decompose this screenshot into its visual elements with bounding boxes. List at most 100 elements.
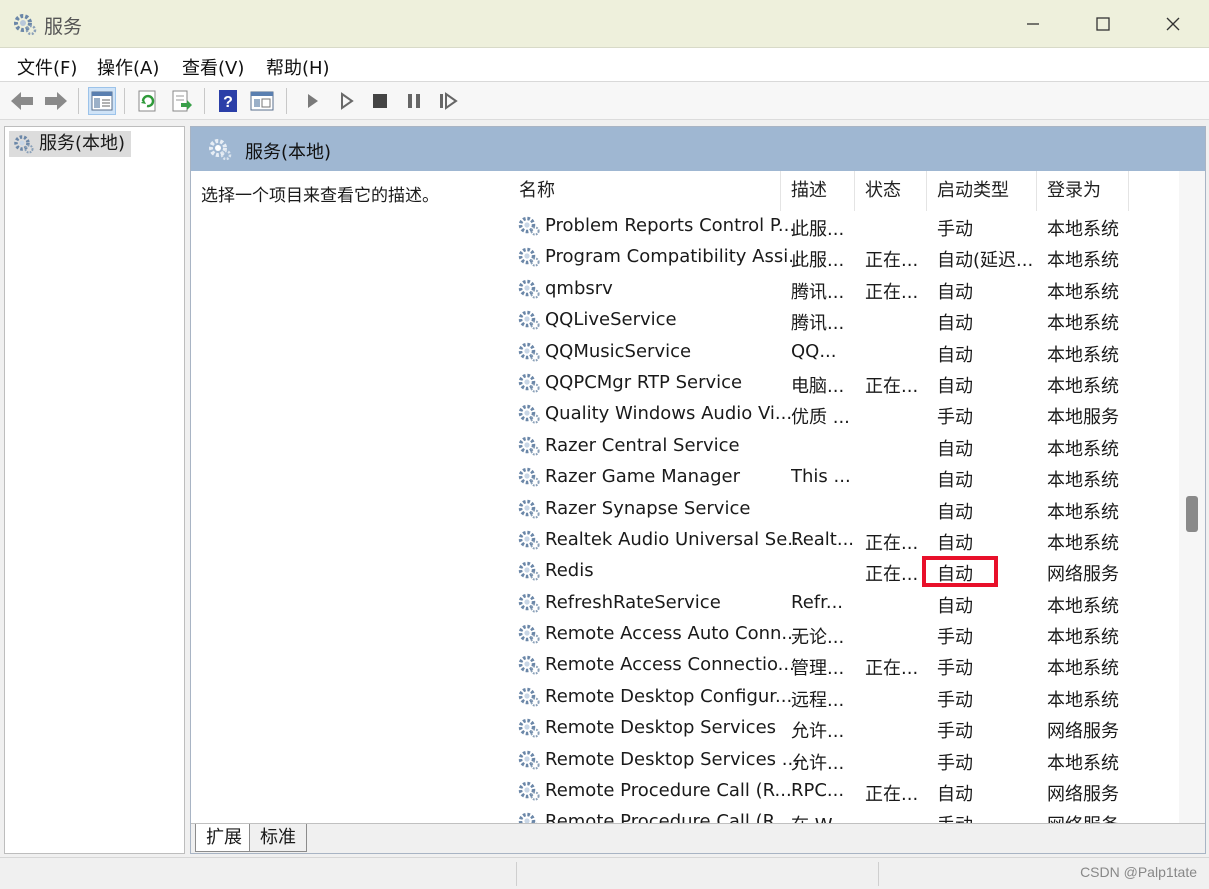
service-name: Quality Windows Audio Vi... — [518, 403, 792, 424]
service-gear-icon — [517, 246, 541, 273]
service-startup-type: 手动 — [937, 752, 973, 774]
service-startup-type: 手动 — [937, 658, 973, 680]
tree-node-label: 服务(本地) — [39, 133, 126, 154]
column-header-logon-as[interactable]: 登录为 — [1037, 171, 1129, 211]
export-icon[interactable] — [168, 87, 196, 115]
column-header-startup-type[interactable]: 启动类型 — [927, 171, 1037, 211]
service-gear-icon — [517, 372, 541, 399]
service-logon-as: 网络服务 — [1047, 811, 1137, 823]
service-row[interactable]: Remote Access Auto Conn... 无论... 手动 本地系统 — [497, 619, 1187, 650]
service-status: 正在... — [865, 281, 919, 303]
column-header-name[interactable]: ⌃ 名称 — [497, 171, 781, 211]
service-description: QQ... — [791, 340, 837, 362]
service-description: 电脑... — [791, 375, 845, 397]
service-description: Refr... — [791, 591, 844, 613]
service-row[interactable]: Razer Central Service 自动 本地系统 — [497, 431, 1187, 462]
service-logon-as: 本地系统 — [1047, 627, 1119, 649]
service-status: 正在... — [865, 250, 919, 272]
status-separator — [516, 862, 517, 886]
maximize-button[interactable] — [1068, 0, 1138, 48]
tab-standard[interactable]: 标准 — [249, 824, 307, 852]
service-row[interactable]: Remote Procedure Call (R... RPC... 正在... 自动… — [497, 776, 1187, 807]
service-row[interactable]: qmbsrv 腾讯... 正在... 自动 本地系统 — [497, 274, 1187, 305]
service-description: RPC... — [791, 780, 845, 802]
tree-node-services-local[interactable]: 服务(本地) — [9, 131, 132, 157]
service-startup-type: 自动 — [937, 375, 973, 397]
service-name: Razer Central Service — [518, 435, 781, 456]
service-row[interactable]: QQLiveService 腾讯... 自动 本地系统 — [497, 305, 1187, 336]
resume-icon[interactable] — [434, 87, 462, 115]
service-gear-icon — [517, 278, 541, 305]
service-logon-as: 本地系统 — [1047, 438, 1119, 460]
close-button[interactable] — [1138, 0, 1208, 48]
service-startup-type: 手动 — [937, 627, 973, 649]
service-row[interactable]: Remote Desktop Services 允许... 手动 网络服务 — [497, 713, 1187, 744]
service-startup-type: 自动 — [937, 564, 973, 586]
service-gear-icon — [517, 309, 541, 336]
help-icon[interactable]: ? — [214, 87, 242, 115]
service-status: 正在... — [865, 658, 919, 680]
service-startup-type: 自动 — [937, 438, 973, 460]
service-description: 无论... — [791, 627, 845, 649]
service-row[interactable]: Remote Procedure Call (R...在 W... 手动网络服务 — [497, 807, 1187, 823]
service-row[interactable]: Remote Desktop Services ... 允许... 手动 本地系统 — [497, 745, 1187, 776]
service-name: QQLiveService — [518, 309, 781, 330]
service-row[interactable]: Realtek Audio Universal Se... Realt... 正在.… — [497, 525, 1187, 556]
service-row[interactable]: Redis 正在... 自动 网络服务 — [497, 556, 1187, 588]
service-description: 优质 ... — [791, 407, 850, 429]
service-description: Realt... — [791, 528, 855, 550]
tab-extended[interactable]: 扩展 — [195, 824, 253, 852]
service-row[interactable]: RefreshRateService Refr... 自动 本地系统 — [497, 588, 1187, 619]
service-row[interactable]: QQPCMgr RTP Service 电脑... 正在... 自动 本地系统 — [497, 368, 1187, 399]
content-header: 服务(本地) — [191, 127, 1205, 171]
service-logon-as: 本地系统 — [1047, 532, 1119, 554]
start-alt-icon[interactable] — [332, 87, 360, 115]
start-icon[interactable] — [298, 87, 326, 115]
properties-icon[interactable] — [248, 87, 276, 115]
stop-icon[interactable] — [366, 87, 394, 115]
menu-action[interactable]: 操作(A) — [97, 54, 159, 80]
service-row[interactable]: Problem Reports Control P... 此服... 手动 本地系统 — [497, 211, 1187, 242]
service-name: QQMusicService — [518, 341, 781, 362]
scrollbar-thumb[interactable] — [1186, 496, 1198, 532]
back-icon[interactable] — [8, 87, 36, 115]
service-description: 允许... — [791, 721, 845, 743]
refresh-icon[interactable] — [134, 87, 162, 115]
service-startup-type: 自动 — [937, 784, 973, 806]
vertical-scrollbar[interactable] — [1179, 171, 1205, 823]
service-row[interactable]: Quality Windows Audio Vi... 优质 ... 手动 本地服务 — [497, 399, 1187, 430]
content-pane: 服务(本地) 选择一个项目来查看它的描述。 ⌃ 名称 描述 状态 启动类型 登录… — [190, 126, 1206, 854]
menu-file[interactable]: 文件(F) — [17, 54, 77, 80]
minimize-button[interactable] — [998, 0, 1068, 48]
service-logon-as: 本地系统 — [1047, 658, 1119, 680]
view-tabs: 扩展 标准 — [191, 823, 1205, 853]
service-startup-type: 手动 — [937, 721, 973, 743]
service-logon-as: 本地系统 — [1047, 250, 1119, 272]
close-icon — [1166, 17, 1180, 31]
service-row[interactable]: Razer Synapse Service 自动 本地系统 — [497, 494, 1187, 525]
service-row[interactable]: Razer Game Manager This ... 自动 本地系统 — [497, 462, 1187, 493]
show-tree-icon[interactable] — [88, 87, 116, 115]
forward-icon[interactable] — [42, 87, 70, 115]
service-row[interactable]: QQMusicService QQ... 自动 本地系统 — [497, 337, 1187, 368]
service-name: Problem Reports Control P... — [518, 215, 795, 236]
pause-icon[interactable] — [400, 87, 428, 115]
service-gear-icon — [517, 403, 541, 430]
menu-help[interactable]: 帮助(H) — [266, 54, 330, 80]
service-gear-icon — [517, 686, 541, 713]
service-startup-type: 手动 — [937, 689, 973, 711]
service-description: 管理... — [791, 658, 845, 680]
service-row[interactable]: Remote Access Connectio... 管理... 正在... 手动 本地… — [497, 650, 1187, 681]
service-rows: Problem Reports Control P... 此服... 手动 本地系统 P… — [497, 211, 1187, 823]
menu-view[interactable]: 查看(V) — [182, 54, 244, 80]
service-row[interactable]: Program Compatibility Assi... 此服... 正在... 自… — [497, 242, 1187, 273]
window-title: 服务 — [44, 16, 83, 38]
service-name: Program Compatibility Assi... — [518, 246, 805, 267]
column-header-description[interactable]: 描述 — [781, 171, 855, 211]
column-header-status[interactable]: 状态 — [855, 171, 927, 211]
service-description: 此服... — [791, 250, 845, 272]
service-name: RefreshRateService — [518, 592, 781, 613]
service-row[interactable]: Remote Desktop Configur... 远程... 手动 本地系统 — [497, 682, 1187, 713]
service-logon-as: 本地系统 — [1047, 219, 1119, 240]
status-bar: CSDN @Palp1tate — [0, 857, 1209, 889]
